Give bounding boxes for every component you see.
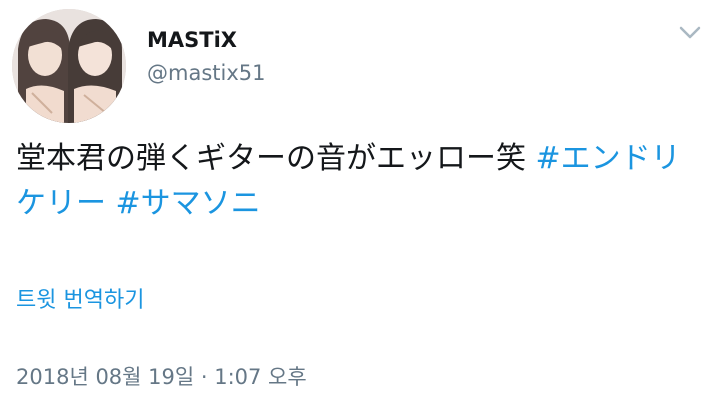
avatar-photo [12, 9, 126, 123]
tweet-body-text: 堂本君の弾くギターの音がエッロー笑 [16, 141, 536, 176]
avatar[interactable] [12, 9, 126, 123]
chevron-down-icon[interactable] [676, 18, 704, 46]
tweet-text: 堂本君の弾くギターの音がエッロー笑 #エンドリケリー #サマソニ [16, 136, 706, 226]
tweet-timestamp[interactable]: 2018년 08월 19일 · 1:07 오후 [16, 363, 307, 391]
author-handle[interactable]: @mastix51 [147, 59, 265, 87]
translate-tweet-link[interactable]: 트윗 번역하기 [16, 286, 144, 316]
author-display-name[interactable]: MASTiX [147, 26, 237, 54]
hashtag-link[interactable]: #サマソニ [116, 186, 261, 221]
